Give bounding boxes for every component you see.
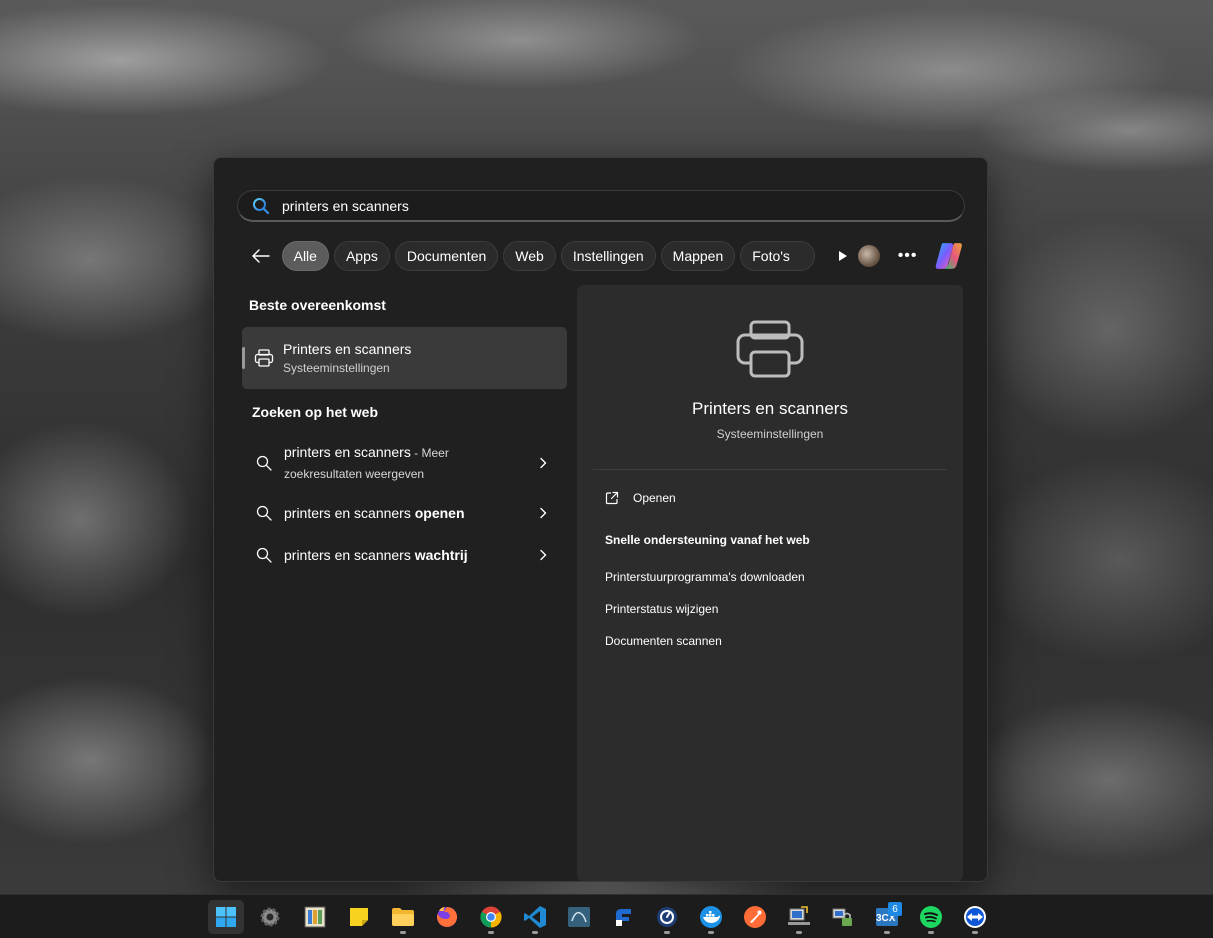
windows-logo-icon [216, 907, 236, 927]
app-grid-icon [304, 906, 326, 928]
teamviewer-icon [964, 906, 986, 928]
detail-title: Printers en scanners [692, 399, 848, 418]
best-match-item[interactable]: Printers en scanners Systeeminstellingen [242, 327, 567, 389]
postman-taskbar-button[interactable] [737, 900, 773, 934]
open-button[interactable]: Openen [605, 491, 676, 505]
f-logo-icon [616, 909, 631, 926]
docker-taskbar-button[interactable] [693, 900, 729, 934]
printer-icon [736, 320, 804, 378]
ellipsis-icon: ••• [897, 247, 918, 264]
web-search-heading: Zoeken op het web [252, 404, 379, 420]
web-result-suffix: - Meer [410, 446, 449, 460]
filter-chip-mappen[interactable]: Mappen [660, 241, 736, 271]
chevron-right-icon [540, 549, 547, 561]
play-arrow-icon [839, 251, 848, 261]
taskbar: 3CX 6 [0, 894, 1213, 938]
avatar[interactable] [858, 245, 880, 267]
best-match-subtitle: Systeeminstellingen [283, 361, 390, 375]
filter-chip-alle[interactable]: Alle [281, 241, 329, 271]
firefox-taskbar-button[interactable] [429, 900, 465, 934]
external-link-icon [605, 491, 619, 505]
web-result-second-line: zoekresultaten weergeven [284, 467, 425, 481]
web-result-main: printers en scanners [284, 547, 415, 563]
vscode-taskbar-button[interactable] [517, 900, 553, 934]
firefox-icon [437, 906, 458, 927]
copilot-icon[interactable] [933, 241, 965, 271]
network-lock-taskbar-button[interactable] [825, 900, 861, 934]
web-result-item[interactable]: printers en scanners - Meer zoekresultat… [242, 442, 567, 484]
quick-link-download-drivers[interactable]: Printerstuurprogramma's downloaden [605, 570, 805, 584]
search-input[interactable] [282, 197, 922, 214]
filter-row: Alle Apps Documenten Web Instellingen Ma… [246, 240, 965, 272]
arrow-left-icon [252, 249, 270, 263]
filter-chip-fotos[interactable]: Foto's [740, 241, 816, 271]
search-icon [253, 197, 270, 214]
back-button[interactable] [246, 241, 276, 271]
app-grid-taskbar-button[interactable] [297, 900, 333, 934]
search-icon [256, 505, 272, 521]
network-tool-taskbar-button[interactable] [781, 900, 817, 934]
divider [593, 469, 947, 470]
network-lock-icon [832, 908, 852, 926]
notification-badge: 6 [888, 902, 902, 916]
folder-icon [392, 908, 414, 926]
web-result-item[interactable]: printers en scanners wachtrij [242, 544, 567, 566]
chevron-right-icon [540, 507, 547, 519]
web-result-main: printers en scanners [284, 444, 411, 460]
mysql-workbench-taskbar-button[interactable] [561, 900, 597, 934]
app-f-taskbar-button[interactable] [605, 900, 641, 934]
teamviewer-taskbar-button[interactable] [957, 900, 993, 934]
chevron-right-icon [540, 457, 547, 469]
more-filters-button[interactable] [828, 241, 858, 271]
quick-link-printer-status[interactable]: Printerstatus wijzigen [605, 602, 718, 616]
web-result-item[interactable]: printers en scanners openen [242, 502, 567, 524]
filter-chip-web[interactable]: Web [503, 241, 556, 271]
gear-icon [260, 907, 280, 927]
motrix-taskbar-button[interactable] [649, 900, 685, 934]
printer-icon [254, 349, 274, 367]
search-box[interactable] [237, 190, 965, 222]
file-explorer-taskbar-button[interactable] [385, 900, 421, 934]
filter-chip-apps[interactable]: Apps [333, 241, 390, 271]
chrome-taskbar-button[interactable] [473, 900, 509, 934]
web-result-bold: openen [414, 505, 465, 521]
motrix-icon [657, 907, 677, 927]
best-match-title: Printers en scanners [283, 341, 412, 357]
search-panel: Alle Apps Documenten Web Instellingen Ma… [213, 157, 988, 882]
vscode-icon [524, 906, 546, 928]
quick-support-heading: Snelle ondersteuning vanaf het web [605, 533, 810, 547]
open-label: Openen [633, 491, 676, 505]
network-monitor-icon [788, 906, 810, 925]
detail-subtitle: Systeeminstellingen [716, 427, 824, 441]
sticky-notes-taskbar-button[interactable] [341, 900, 377, 934]
best-match-heading: Beste overeenkomst [249, 297, 386, 313]
start-button[interactable] [208, 900, 244, 934]
spotify-icon [920, 906, 942, 928]
settings-taskbar-button[interactable] [252, 900, 288, 934]
filter-chip-instellingen[interactable]: Instellingen [560, 241, 656, 271]
chrome-icon [480, 906, 502, 928]
3cx-taskbar-button[interactable]: 3CX 6 [869, 900, 905, 934]
spotify-taskbar-button[interactable] [913, 900, 949, 934]
filter-chip-documenten[interactable]: Documenten [394, 241, 499, 271]
mysql-workbench-icon [568, 907, 590, 927]
quick-link-scan-documents[interactable]: Documenten scannen [605, 634, 722, 648]
web-result-main: printers en scanners [284, 505, 415, 521]
search-icon [256, 547, 272, 563]
more-options-button[interactable]: ••• [896, 244, 920, 268]
docker-icon [700, 906, 722, 928]
web-result-bold: wachtrij [414, 547, 468, 563]
sticky-notes-icon [350, 908, 368, 926]
detail-pane: Printers en scanners Systeeminstellingen… [577, 285, 963, 881]
search-icon [256, 455, 272, 471]
postman-icon [744, 906, 766, 928]
